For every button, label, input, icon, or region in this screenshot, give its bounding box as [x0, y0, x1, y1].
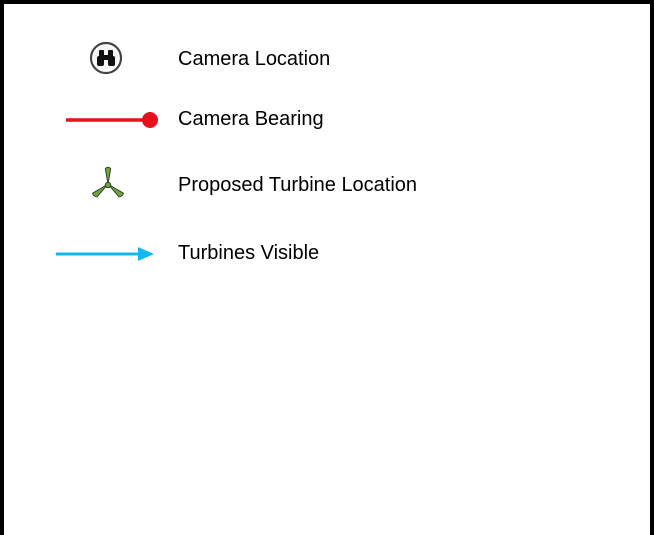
arrow-right-icon — [56, 247, 154, 261]
legend-item-camera-bearing: Camera Bearing — [4, 99, 604, 139]
legend-label: Camera Location — [178, 48, 331, 70]
line-with-dot-icon — [66, 112, 158, 128]
binoculars-icon — [89, 41, 123, 75]
legend-item-proposed-turbine: Proposed Turbine Location — [4, 165, 604, 205]
legend-item-turbines-visible: Turbines Visible — [4, 233, 604, 273]
turbine-icon — [92, 166, 124, 198]
legend-label: Turbines Visible — [178, 242, 320, 264]
legend-item-camera-location: Camera Location — [4, 39, 604, 79]
legend-label: Camera Bearing — [178, 108, 324, 130]
legend-label: Proposed Turbine Location — [178, 174, 418, 196]
map-legend: Camera Location Camera Bearing Proposed … — [0, 0, 654, 535]
